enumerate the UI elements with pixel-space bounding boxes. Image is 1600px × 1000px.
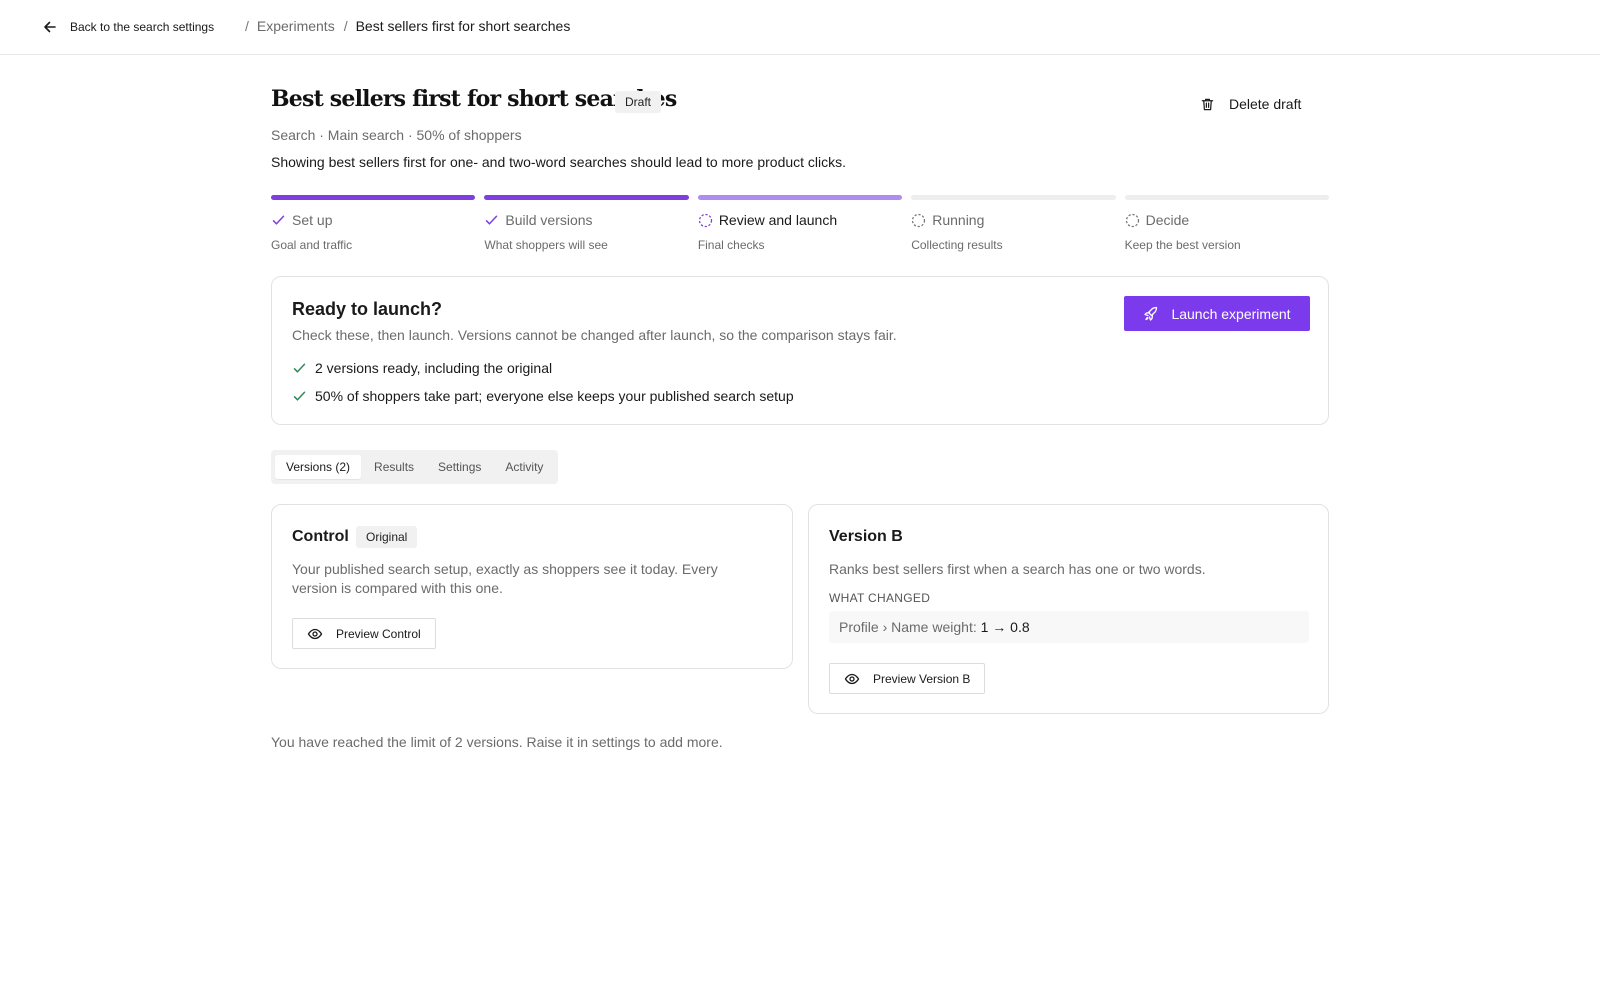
tab-versions[interactable]: Versions (2) bbox=[275, 455, 362, 479]
step-header: Running bbox=[911, 212, 1115, 228]
breadcrumb-current: Best sellers first for short searches bbox=[355, 18, 571, 34]
step-set-up: Set up Goal and traffic bbox=[271, 195, 476, 252]
progress-steps: Set up Goal and traffic Build versions W… bbox=[271, 195, 1330, 252]
back-link-label: Back to the search settings bbox=[70, 20, 215, 34]
step-header: Set up bbox=[271, 212, 475, 228]
step-label: Set up bbox=[292, 212, 333, 228]
launch-check-text: 2 versions ready, including the original bbox=[315, 360, 553, 376]
step-label: Running bbox=[932, 212, 985, 228]
launch-experiment-label: Launch experiment bbox=[1171, 305, 1291, 322]
launch-title: Ready to launch? bbox=[292, 299, 443, 319]
change-value: 1 → 0.8 bbox=[980, 619, 1030, 635]
step-build-versions: Build versions What shoppers will see bbox=[484, 195, 689, 252]
tab-results[interactable]: Results bbox=[363, 455, 425, 479]
breadcrumb-separator: / bbox=[245, 18, 249, 34]
version-title: Control bbox=[292, 528, 349, 545]
check-icon bbox=[271, 213, 286, 228]
step-progress-bar bbox=[271, 195, 476, 200]
step-running: Running Collecting results bbox=[911, 195, 1116, 252]
original-badge: Original bbox=[356, 526, 418, 548]
dashed-circle-icon bbox=[1125, 213, 1140, 228]
preview-control-button[interactable]: Preview Control bbox=[292, 618, 436, 649]
launch-check-text: 50% of shoppers take part; everyone else… bbox=[315, 388, 794, 404]
step-sublabel: Collecting results bbox=[911, 238, 1003, 252]
experiment-description: Showing best sellers first for one- and … bbox=[271, 154, 847, 170]
preview-control-label: Preview Control bbox=[336, 626, 421, 641]
step-decide: Decide Keep the best version bbox=[1124, 195, 1330, 252]
step-review-and-launch: Review and launch Final checks bbox=[697, 195, 903, 252]
step-sublabel: What shoppers will see bbox=[484, 238, 608, 252]
tab-activity[interactable]: Activity bbox=[494, 455, 554, 479]
preview-version-b-label: Preview Version B bbox=[873, 671, 971, 686]
launch-experiment-button[interactable]: Launch experiment bbox=[1124, 296, 1310, 331]
dashed-circle-icon bbox=[911, 213, 926, 228]
arrow-left-icon bbox=[44, 21, 56, 33]
step-header: Build versions bbox=[484, 212, 688, 228]
step-header: Decide bbox=[1125, 212, 1329, 228]
step-label: Review and launch bbox=[718, 212, 838, 228]
rocket-icon bbox=[1144, 306, 1158, 321]
launch-subtitle: Check these, then launch. Versions canno… bbox=[292, 327, 897, 343]
change-key: Profile › Name weight: bbox=[839, 619, 977, 635]
launch-check-item: 2 versions ready, including the original bbox=[292, 360, 552, 376]
breadcrumb: / Experiments / Best sellers first for s… bbox=[245, 18, 570, 34]
step-progress-bar bbox=[911, 195, 1116, 200]
trash-icon bbox=[1201, 98, 1214, 110]
step-progress-bar bbox=[484, 195, 689, 200]
eye-icon bbox=[307, 628, 323, 639]
launch-check-item: 50% of shoppers take part; everyone else… bbox=[292, 388, 794, 404]
what-changed-label: WHAT CHANGED bbox=[829, 591, 931, 605]
version-limit-note: You have reached the limit of 2 versions… bbox=[271, 734, 723, 750]
experiment-meta: Search · Main search · 50% of shoppers bbox=[271, 127, 522, 143]
breadcrumb-experiments[interactable]: Experiments bbox=[257, 18, 335, 34]
dashed-circle-icon bbox=[698, 213, 713, 228]
delete-draft-button[interactable]: Delete draft bbox=[1200, 90, 1301, 118]
tab-settings[interactable]: Settings bbox=[427, 455, 492, 479]
breadcrumb-separator: / bbox=[343, 18, 348, 34]
version-description: Your published search setup, exactly as … bbox=[292, 561, 718, 596]
step-progress-bar bbox=[697, 195, 903, 200]
step-header: Review and launch bbox=[698, 212, 902, 228]
eye-icon bbox=[844, 673, 860, 684]
tab-bar: Versions (2) Results Settings Activity bbox=[271, 450, 559, 484]
change-row: Profile › Name weight: 1 → 0.8 bbox=[829, 611, 1309, 643]
delete-draft-label: Delete draft bbox=[1229, 96, 1302, 112]
version-description: Ranks best sellers first when a search h… bbox=[829, 561, 1206, 577]
step-progress-bar bbox=[1124, 195, 1330, 200]
status-badge: Draft bbox=[615, 91, 662, 113]
step-label: Build versions bbox=[505, 212, 593, 228]
version-title: Version B bbox=[829, 528, 903, 545]
step-sublabel: Goal and traffic bbox=[271, 238, 353, 252]
step-sublabel: Keep the best version bbox=[1124, 238, 1241, 252]
step-sublabel: Final checks bbox=[697, 238, 765, 252]
check-icon bbox=[484, 213, 499, 228]
launch-panel: Ready to launch? Check these, then launc… bbox=[271, 276, 1329, 425]
step-label: Decide bbox=[1145, 212, 1190, 228]
preview-version-b-button[interactable]: Preview Version B bbox=[829, 663, 986, 694]
check-icon bbox=[293, 391, 306, 401]
top-bar: Back to the search settings / Experiment… bbox=[0, 0, 1600, 55]
version-card-control: Control Original Your published search s… bbox=[271, 504, 793, 669]
check-icon bbox=[293, 363, 306, 373]
version-card-b: Version B Ranks best sellers first when … bbox=[808, 504, 1329, 714]
back-link[interactable]: Back to the search settings bbox=[41, 18, 214, 36]
